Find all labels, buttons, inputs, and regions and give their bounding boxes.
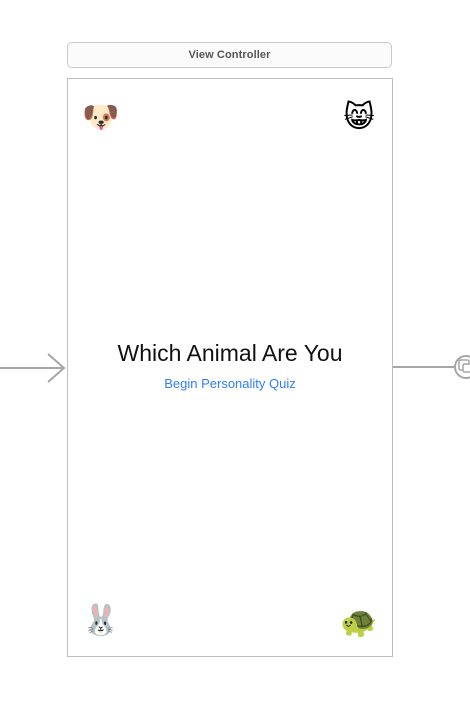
entry-point-arrow-icon: [0, 353, 66, 383]
rabbit-emoji-icon: 🐰: [82, 603, 120, 638]
begin-quiz-button[interactable]: Begin Personality Quiz: [68, 376, 392, 391]
view-controller-scene[interactable]: 🐶 😸 Which Animal Are You Begin Personali…: [67, 78, 393, 657]
dog-emoji-icon: 🐶: [82, 100, 120, 135]
segue-connector[interactable]: [393, 350, 470, 384]
turtle-emoji-icon: 🐢: [340, 605, 378, 640]
segue-icon[interactable]: [454, 355, 470, 379]
cat-emoji-icon: 😸: [343, 100, 375, 135]
view-controller-title: View Controller: [188, 49, 271, 61]
headline-label: Which Animal Are You: [117, 340, 343, 366]
view-controller-title-bar[interactable]: View Controller: [67, 42, 392, 68]
